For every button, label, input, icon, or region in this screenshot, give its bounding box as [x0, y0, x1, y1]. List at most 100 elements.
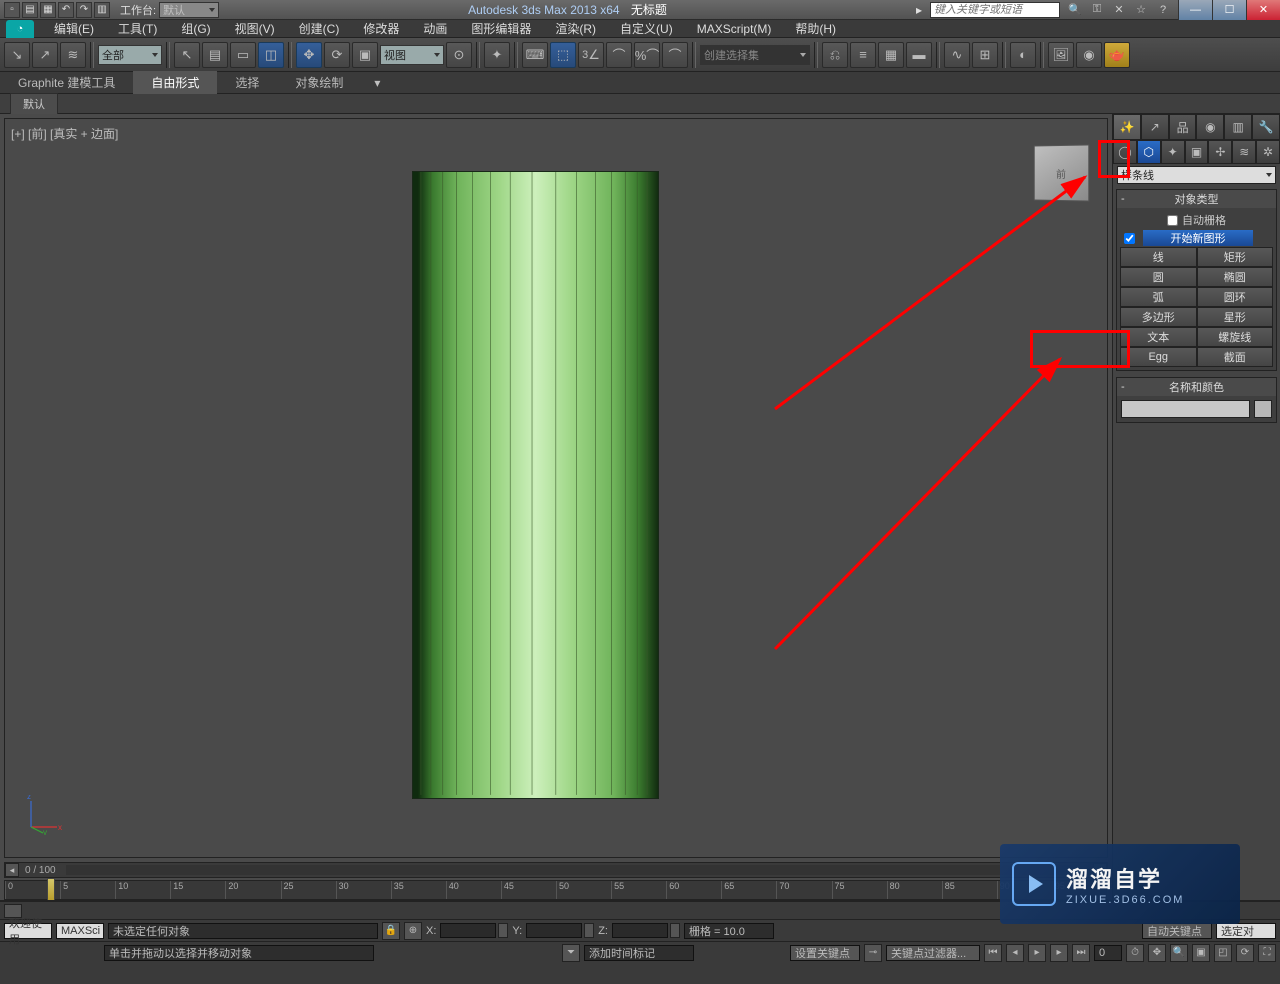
time-tag-icon[interactable]: ⏷ [562, 944, 580, 962]
shape-btn-ngon[interactable]: 多边形 [1120, 307, 1197, 327]
menu-group[interactable]: 组(G) [169, 18, 222, 39]
menu-grapheditors[interactable]: 图形编辑器 [459, 18, 543, 39]
menu-help[interactable]: 帮助(H) [783, 18, 848, 39]
ribbon-toggle-icon[interactable]: ▬ [906, 42, 932, 68]
shape-btn-ellipse[interactable]: 椭圆 [1197, 267, 1274, 287]
next-frame-icon[interactable]: ▸ [1050, 944, 1068, 962]
menu-animation[interactable]: 动画 [411, 18, 459, 39]
cat-lights-icon[interactable]: ✦ [1161, 140, 1185, 164]
spinner-snap-icon[interactable]: %⌒ [634, 42, 660, 68]
startnew-checkbox[interactable] [1124, 233, 1135, 244]
current-frame[interactable]: 0 [1094, 945, 1122, 961]
x-spinner-buttons[interactable] [498, 923, 508, 938]
link-icon[interactable]: ↘ [4, 42, 30, 68]
edged-faces-icon[interactable]: ⌒ [662, 42, 688, 68]
rollout-header-namecolor[interactable]: -名称和颜色 [1117, 378, 1276, 396]
workspace-combo[interactable]: 默认 [159, 2, 219, 18]
shape-btn-helix[interactable]: 螺旋线 [1197, 327, 1274, 347]
nav-pan-icon[interactable]: ✥ [1148, 944, 1166, 962]
viewport-label[interactable]: [+] [前] [真实 + 边面] [11, 125, 118, 142]
close-button[interactable]: ✕ [1246, 0, 1280, 20]
cat-helpers-icon[interactable]: ✢ [1208, 140, 1232, 164]
nav-zoom-icon[interactable]: 🔍 [1170, 944, 1188, 962]
goto-start-icon[interactable]: ⏮ [984, 944, 1002, 962]
menu-customize[interactable]: 自定义(U) [608, 18, 685, 39]
shape-btn-line[interactable]: 线 [1120, 247, 1197, 267]
ribbon-tab-selection[interactable]: 选择 [217, 71, 277, 94]
scroll-left-icon[interactable]: ◂ [5, 863, 19, 877]
move-icon[interactable]: ✥ [296, 42, 322, 68]
binoculars-icon[interactable]: 🔍 [1066, 2, 1084, 18]
object-name-input[interactable] [1121, 400, 1250, 418]
maximize-button[interactable]: ☐ [1212, 0, 1246, 20]
tab-create-icon[interactable]: ✨ [1113, 114, 1141, 140]
selection-list-combo[interactable]: 选定对 [1216, 923, 1276, 939]
shape-btn-circle[interactable]: 圆 [1120, 267, 1197, 287]
ribbon-tab-freeform[interactable]: 自由形式 [133, 71, 217, 94]
scale-icon[interactable]: ▣ [352, 42, 378, 68]
menu-modifiers[interactable]: 修改器 [351, 18, 411, 39]
minimize-button[interactable]: — [1178, 0, 1212, 20]
lock-selection-icon[interactable]: 🔒 [382, 922, 400, 940]
key-icon[interactable]: ⚿ [1088, 2, 1106, 18]
save-icon[interactable]: ▦ [40, 2, 56, 18]
menu-edit[interactable]: 编辑(E) [42, 18, 106, 39]
nav-zoom-region-icon[interactable]: ◰ [1214, 944, 1232, 962]
menu-create[interactable]: 创建(C) [287, 18, 352, 39]
ribbon-subtab-default[interactable]: 默认 [10, 93, 58, 115]
menu-tools[interactable]: 工具(T) [106, 18, 169, 39]
selection-filter-combo[interactable]: 全部 [98, 45, 162, 65]
shape-btn-text[interactable]: 文本 [1120, 327, 1197, 347]
viewport-front[interactable]: [+] [前] [真实 + 边面] 前 x z y [4, 118, 1108, 858]
mirror-icon[interactable]: ⎌ [822, 42, 848, 68]
object-color-swatch[interactable] [1254, 400, 1272, 418]
project-icon[interactable]: ▥ [94, 2, 110, 18]
tab-hierarchy-icon[interactable]: 品 [1169, 114, 1197, 140]
absolute-relative-icon[interactable]: ⊕ [404, 922, 422, 940]
prev-frame-icon[interactable]: ◂ [1006, 944, 1024, 962]
render-setup-icon[interactable]: 🖼 [1048, 42, 1074, 68]
shape-btn-star[interactable]: 星形 [1197, 307, 1274, 327]
timeline-ruler[interactable]: 0510152025303540455055606570758085909510… [4, 880, 1108, 900]
shape-btn-donut[interactable]: 圆环 [1197, 287, 1274, 307]
play-icon[interactable]: ▸ [1028, 944, 1046, 962]
align-icon[interactable]: ≡ [850, 42, 876, 68]
undo-icon[interactable]: ↶ [58, 2, 74, 18]
nav-zoom-extents-icon[interactable]: ▣ [1192, 944, 1210, 962]
time-slider-track[interactable]: ◂ 0 / 100 ▸ [4, 862, 1108, 878]
tab-display-icon[interactable]: ▥ [1224, 114, 1252, 140]
cat-spacewarps-icon[interactable]: ≋ [1232, 140, 1256, 164]
schematic-view-icon[interactable]: ⊞ [972, 42, 998, 68]
welcome-btn[interactable]: 欢迎使用 [4, 923, 52, 939]
scene-object-cylinder[interactable] [412, 171, 659, 799]
z-spinner[interactable] [612, 923, 668, 938]
subcategory-combo[interactable]: 样条线 [1117, 166, 1276, 184]
autogrid-checkbox[interactable] [1167, 215, 1178, 226]
shape-btn-egg[interactable]: Egg [1120, 347, 1197, 367]
redo-icon[interactable]: ↷ [76, 2, 92, 18]
percent-snap-icon[interactable]: ⌒ [606, 42, 632, 68]
material-editor-icon[interactable]: ◐ [1010, 42, 1036, 68]
set-key-button[interactable]: 设置关键点 [790, 945, 860, 961]
y-spinner-buttons[interactable] [584, 923, 594, 938]
nav-maximize-icon[interactable]: ⛶ [1258, 944, 1276, 962]
unlink-icon[interactable]: ↗ [32, 42, 58, 68]
exchange-icon[interactable]: ✕ [1110, 2, 1128, 18]
help-icon[interactable]: ? [1154, 2, 1172, 18]
cat-shapes-icon[interactable]: ⬡ [1137, 140, 1161, 164]
pivot-center-icon[interactable]: ⊙ [446, 42, 472, 68]
snap-toggle-icon[interactable]: ⬚ [550, 42, 576, 68]
nav-orbit-icon[interactable]: ⟳ [1236, 944, 1254, 962]
window-crossing-icon[interactable]: ◫ [258, 42, 284, 68]
render-production-icon[interactable]: 🫖 [1104, 42, 1130, 68]
time-config-icon[interactable]: ⏱ [1126, 944, 1144, 962]
new-icon[interactable]: ▫ [4, 2, 20, 18]
shape-btn-rectangle[interactable]: 矩形 [1197, 247, 1274, 267]
named-selection-combo[interactable]: 创建选择集 [700, 45, 810, 65]
layer-manager-icon[interactable]: ▦ [878, 42, 904, 68]
tab-motion-icon[interactable]: ◉ [1196, 114, 1224, 140]
bind-spacewarp-icon[interactable]: ≋ [60, 42, 86, 68]
select-object-icon[interactable]: ↖ [174, 42, 200, 68]
cat-systems-icon[interactable]: ✲ [1256, 140, 1280, 164]
ribbon-expand-icon[interactable]: ▾ [369, 76, 385, 90]
